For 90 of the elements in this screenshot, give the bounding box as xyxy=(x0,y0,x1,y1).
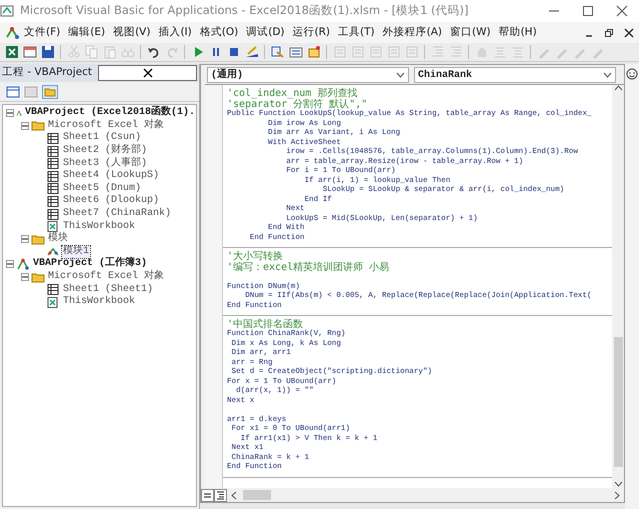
worksheet-icon xyxy=(46,182,60,196)
folder-icon xyxy=(31,119,45,132)
chevron-left-icon[interactable] xyxy=(231,490,237,500)
expand-toggle[interactable] xyxy=(6,260,14,268)
code-comment: '中国式排名函数 xyxy=(227,319,304,330)
lines-icon xyxy=(216,490,225,500)
tree-item[interactable]: Microsoft Excel 对象 xyxy=(47,120,166,132)
expand-toggle[interactable] xyxy=(21,122,29,130)
toggle-icon xyxy=(22,236,28,242)
code-comment: 'separator 分割符 默认"," xyxy=(227,99,368,110)
full-module-view-button[interactable] xyxy=(214,488,227,502)
menu-item[interactable]: 文件(F) xyxy=(20,24,64,40)
expand-toggle[interactable] xyxy=(21,273,29,282)
window-title: Microsoft Visual Basic for Applications - Excel2018函数(1).xlsm - [模块1 (代码)] xyxy=(19,2,470,20)
close-button[interactable] xyxy=(98,65,197,81)
menu-item[interactable]: 调试(D) xyxy=(242,24,288,40)
project-explorer-icon[interactable] xyxy=(270,45,284,59)
restore-icon[interactable] xyxy=(604,28,614,38)
tree-item[interactable]: Sheet3 (人事部) xyxy=(62,158,148,170)
excel-icon[interactable] xyxy=(4,45,18,59)
module-icon xyxy=(46,245,60,258)
workbook-icon xyxy=(46,296,60,309)
menu-item[interactable]: 运行(R) xyxy=(288,24,334,40)
panel-title: 工程 - VBAProject xyxy=(1,65,93,80)
toggle-icon xyxy=(7,261,13,268)
toggle-icon xyxy=(7,110,13,116)
close-icon[interactable] xyxy=(615,5,629,17)
workbook-icon xyxy=(46,220,60,234)
chevron-up-icon[interactable] xyxy=(614,85,622,92)
menu-item[interactable]: 外接程序(A) xyxy=(378,24,446,40)
chevron-down-icon xyxy=(396,72,405,78)
tree-item[interactable]: VBAProject (Excel2018函数(1). xyxy=(24,107,196,120)
code-comment: '大小写转换 xyxy=(227,251,284,262)
vertical-scrollbar[interactable] xyxy=(612,85,624,488)
vba-app-icon xyxy=(4,26,20,40)
folder-icon xyxy=(31,232,45,246)
worksheet-icon xyxy=(46,144,60,158)
tree-item[interactable]: Sheet5 (Dnum) xyxy=(62,182,142,195)
worksheet-icon xyxy=(46,132,60,145)
code-comment: '编写：excel精英培训团讲师 小易 xyxy=(227,262,390,273)
code-comment: 'col_index_num 那列查找 xyxy=(227,88,358,99)
tree-item[interactable]: ThisWorkbook xyxy=(62,296,136,308)
worksheet-icon xyxy=(46,208,60,221)
expand-toggle[interactable] xyxy=(6,109,14,118)
tree-item[interactable]: 模块 xyxy=(47,233,69,246)
scroll-thumb[interactable] xyxy=(614,337,622,467)
undo-icon[interactable] xyxy=(146,45,160,59)
close-icon xyxy=(143,68,154,78)
properties-icon[interactable] xyxy=(288,45,302,59)
object-browser-icon[interactable] xyxy=(306,45,320,59)
worksheet-icon xyxy=(46,157,60,170)
tree-item[interactable]: Sheet4 (LookupS) xyxy=(62,170,160,182)
design-mode-icon[interactable] xyxy=(244,45,258,59)
expand-toggle[interactable] xyxy=(21,235,29,244)
tree-item[interactable]: Sheet7 (ChinaRank) xyxy=(62,208,172,220)
lines-icon xyxy=(203,490,212,500)
chevron-right-icon[interactable] xyxy=(614,490,620,500)
view-code-icon[interactable] xyxy=(6,86,20,98)
chevron-down-icon[interactable] xyxy=(614,481,622,488)
tree-item[interactable]: ThisWorkbook xyxy=(62,220,136,233)
menu-item[interactable]: 帮助(H) xyxy=(494,24,541,40)
menu-item[interactable]: 格式(O) xyxy=(196,24,242,40)
tree-item[interactable]: Microsoft Excel 对象 xyxy=(47,271,166,284)
worksheet-icon xyxy=(46,170,60,183)
worksheet-icon xyxy=(46,283,60,296)
worksheet-icon xyxy=(46,194,60,208)
menu-item[interactable]: 窗口(W) xyxy=(446,24,495,40)
procedure-view-button[interactable] xyxy=(201,488,214,502)
tree-item[interactable]: VBAProject (工作簿3) xyxy=(32,258,148,270)
project-icon xyxy=(16,258,30,271)
menu-item[interactable]: 插入(I) xyxy=(154,24,196,40)
menu-item[interactable]: 工具(T) xyxy=(334,24,379,40)
menu-item[interactable]: 编辑(E) xyxy=(64,24,110,40)
tree-item[interactable]: Sheet1 (Sheet1) xyxy=(62,284,154,296)
form-icon[interactable] xyxy=(22,45,36,59)
tree-item[interactable]: Sheet1 (Csun) xyxy=(62,132,142,144)
folder-icon xyxy=(31,270,45,284)
toggle-icon xyxy=(22,122,28,129)
tree-item[interactable]: Sheet6 (Dlookup) xyxy=(62,195,160,208)
folder-icon[interactable] xyxy=(42,84,58,98)
toggle-icon xyxy=(22,274,28,280)
scroll-thumb[interactable] xyxy=(243,490,271,500)
menu-item[interactable]: 视图(V) xyxy=(109,24,154,40)
chevron-down-icon xyxy=(603,72,612,78)
maximize-icon[interactable] xyxy=(581,5,595,17)
procedure-dropdown[interactable]: ChinaRank xyxy=(414,67,616,83)
save-icon[interactable] xyxy=(40,45,54,59)
close-icon[interactable] xyxy=(624,28,634,38)
tree-item[interactable]: Sheet2 (财务部) xyxy=(62,145,148,158)
object-dropdown[interactable]: (通用) xyxy=(207,67,409,83)
